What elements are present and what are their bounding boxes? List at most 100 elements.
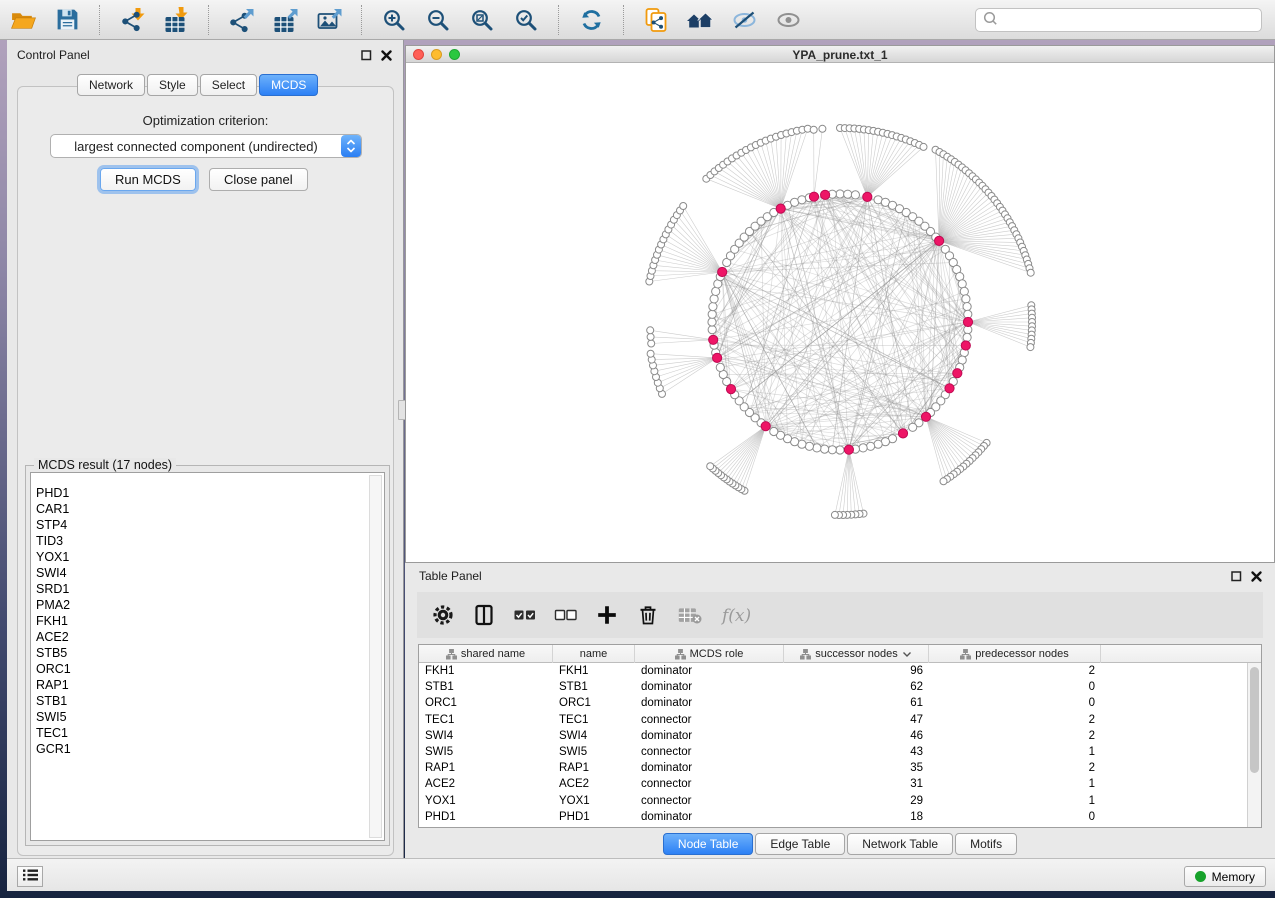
import-network-icon[interactable] <box>115 4 149 36</box>
network-node[interactable] <box>962 295 970 303</box>
network-node[interactable] <box>709 303 717 311</box>
node-table[interactable]: shared namenameMCDS rolesuccessor nodesp… <box>418 644 1262 828</box>
network-leaf-node[interactable] <box>680 203 687 210</box>
table-row[interactable]: YOX1YOX1connector291 <box>419 793 1261 809</box>
zoom-in-icon[interactable] <box>377 4 411 36</box>
tab-mcds[interactable]: MCDS <box>259 74 318 96</box>
network-leaf-node[interactable] <box>647 327 654 334</box>
network-hub-node[interactable] <box>921 412 930 421</box>
mcds-result-node[interactable]: GCR1 <box>31 741 384 757</box>
panel-list-button[interactable] <box>17 866 43 887</box>
network-node[interactable] <box>770 427 778 435</box>
mcds-result-node[interactable]: STB5 <box>31 645 384 661</box>
network-leaf-node[interactable] <box>647 333 654 340</box>
tab-select[interactable]: Select <box>200 74 257 96</box>
column-header-MCDS-role[interactable]: MCDS role <box>635 645 784 663</box>
network-leaf-node[interactable] <box>810 126 817 133</box>
search-input[interactable] <box>998 10 1261 30</box>
network-node[interactable] <box>874 440 882 448</box>
mcds-result-node[interactable]: ACE2 <box>31 629 384 645</box>
table-scrollbar[interactable] <box>1247 663 1261 827</box>
float-table-panel-icon[interactable] <box>1230 570 1243 588</box>
network-window-titlebar[interactable]: YPA_prune.txt_1 <box>406 46 1274 63</box>
network-leaf-node[interactable] <box>1027 269 1034 276</box>
tab-edge-table[interactable]: Edge Table <box>755 833 845 855</box>
mcds-result-node[interactable]: STP4 <box>31 517 384 533</box>
save-session-icon[interactable] <box>50 4 84 36</box>
table-row[interactable]: PHD1PHD1dominator180 <box>419 809 1261 825</box>
network-hub-node[interactable] <box>761 422 770 431</box>
network-node[interactable] <box>958 280 966 288</box>
network-canvas[interactable] <box>406 63 1274 562</box>
network-node[interactable] <box>708 326 716 334</box>
network-node[interactable] <box>813 444 821 452</box>
add-row-icon[interactable] <box>595 603 619 627</box>
column-header-shared-name[interactable]: shared name <box>419 645 553 663</box>
network-node[interactable] <box>909 423 917 431</box>
network-hub-node[interactable] <box>945 384 954 393</box>
network-leaf-node[interactable] <box>647 350 654 357</box>
network-node[interactable] <box>963 303 971 311</box>
hide-selected-icon[interactable] <box>727 4 761 36</box>
network-node[interactable] <box>836 446 844 454</box>
float-panel-icon[interactable] <box>360 49 373 67</box>
import-table-icon[interactable] <box>159 4 193 36</box>
network-node[interactable] <box>844 190 852 198</box>
network-node[interactable] <box>960 287 968 295</box>
network-node[interactable] <box>708 318 716 326</box>
zoom-out-icon[interactable] <box>421 4 455 36</box>
tab-network-table[interactable]: Network Table <box>847 833 953 855</box>
network-node[interactable] <box>859 444 867 452</box>
export-table-icon[interactable] <box>268 4 302 36</box>
mcds-result-node[interactable]: FKH1 <box>31 613 384 629</box>
mcds-list-scrollbar[interactable] <box>369 475 382 838</box>
network-hub-node[interactable] <box>961 341 970 350</box>
mcds-result-node[interactable]: RAP1 <box>31 677 384 693</box>
table-row[interactable]: ACE2ACE2connector311 <box>419 776 1261 792</box>
table-row[interactable]: RAP1RAP1dominator352 <box>419 760 1261 776</box>
network-leaf-node[interactable] <box>819 125 826 132</box>
network-hub-node[interactable] <box>898 429 907 438</box>
network-hub-node[interactable] <box>776 204 785 213</box>
zoom-selected-icon[interactable] <box>509 4 543 36</box>
table-row[interactable]: ORC1ORC1dominator610 <box>419 695 1261 711</box>
close-panel-icon[interactable] <box>380 49 393 67</box>
table-row[interactable]: SWI4SWI4dominator462 <box>419 728 1261 744</box>
network-hub-node[interactable] <box>863 192 872 201</box>
mcds-result-node[interactable]: SWI5 <box>31 709 384 725</box>
network-node[interactable] <box>716 363 724 371</box>
network-node[interactable] <box>963 333 971 341</box>
network-leaf-node[interactable] <box>920 143 927 150</box>
duplicate-network-icon[interactable] <box>639 4 673 36</box>
network-leaf-node[interactable] <box>707 463 714 470</box>
network-leaf-node[interactable] <box>940 478 947 485</box>
close-table-panel-icon[interactable] <box>1250 570 1263 588</box>
mcds-result-node[interactable]: YOX1 <box>31 549 384 565</box>
network-leaf-node[interactable] <box>648 340 655 347</box>
network-node[interactable] <box>798 196 806 204</box>
mcds-result-node[interactable]: TID3 <box>31 533 384 549</box>
refresh-icon[interactable] <box>574 4 608 36</box>
open-file-icon[interactable] <box>6 4 40 36</box>
network-node[interactable] <box>828 446 836 454</box>
tab-style[interactable]: Style <box>147 74 198 96</box>
network-node[interactable] <box>805 442 813 450</box>
memory-button[interactable]: Memory <box>1184 866 1266 887</box>
deselect-all-icon[interactable] <box>554 603 578 627</box>
select-all-icon[interactable] <box>513 603 537 627</box>
network-node[interactable] <box>710 295 718 303</box>
mcds-result-node[interactable]: CAR1 <box>31 501 384 517</box>
table-scrollbar-thumb[interactable] <box>1250 667 1259 773</box>
network-hub-node[interactable] <box>726 385 735 394</box>
network-hub-node[interactable] <box>713 353 722 362</box>
network-hub-node[interactable] <box>953 369 962 378</box>
table-row[interactable]: SWI5SWI5connector431 <box>419 744 1261 760</box>
network-leaf-node[interactable] <box>831 511 838 518</box>
network-hub-node[interactable] <box>844 445 853 454</box>
column-header-name[interactable]: name <box>553 645 635 663</box>
delete-row-icon[interactable] <box>636 603 660 627</box>
network-hub-node[interactable] <box>718 267 727 276</box>
column-header-predecessor-nodes[interactable]: predecessor nodes <box>929 645 1101 663</box>
tab-node-table[interactable]: Node Table <box>663 833 754 855</box>
tab-network[interactable]: Network <box>77 74 145 96</box>
